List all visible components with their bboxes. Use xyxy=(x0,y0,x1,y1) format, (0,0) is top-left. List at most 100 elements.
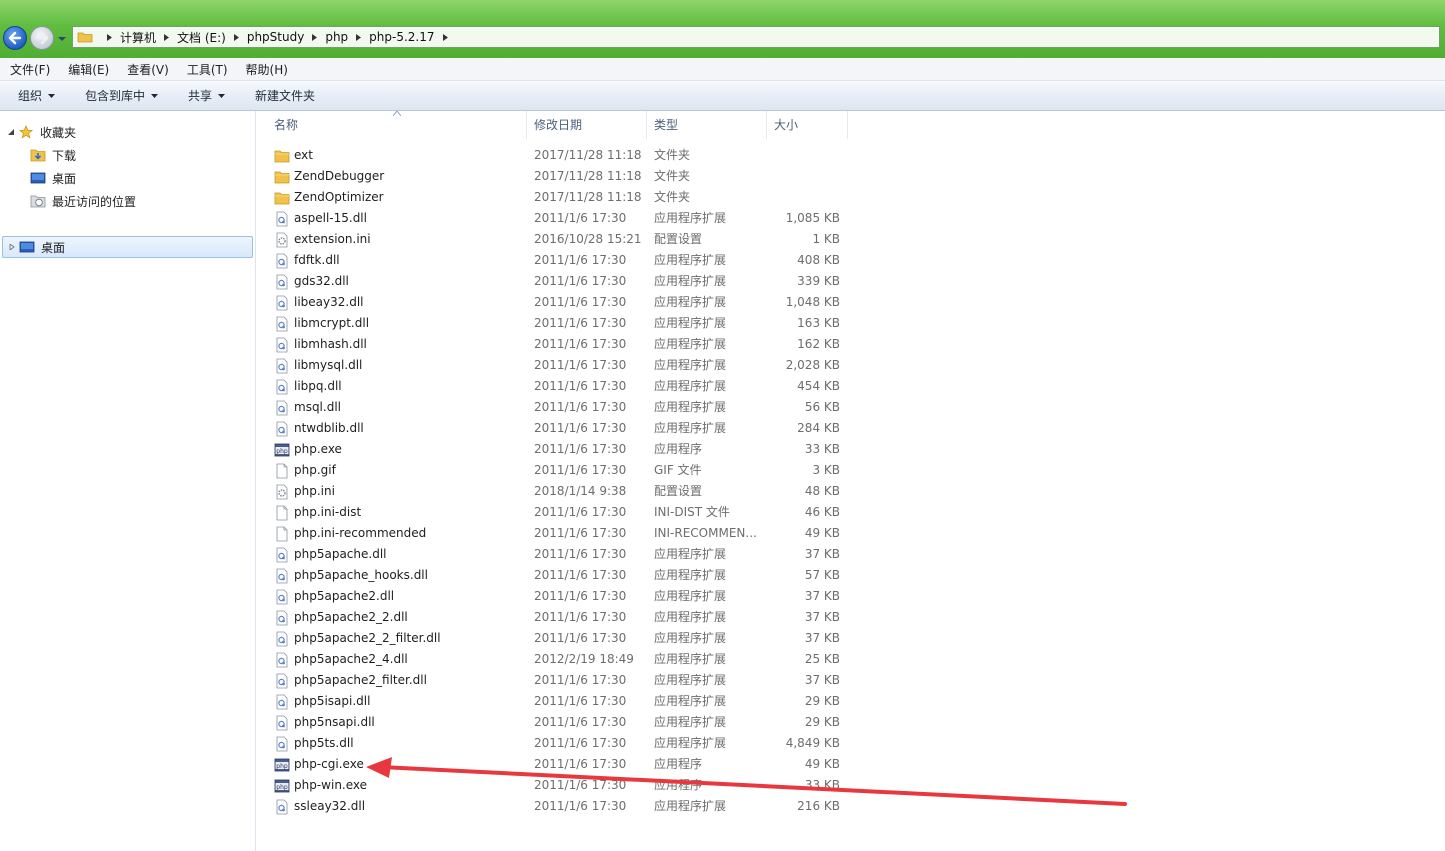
recent-pages-dropdown-icon[interactable] xyxy=(57,34,67,44)
column-header-size[interactable]: 大小 xyxy=(768,111,848,139)
file-name: fdftk.dll xyxy=(294,253,340,267)
folder-icon xyxy=(274,192,290,205)
table-row[interactable]: libeay32.dll 2011/1/6 17:30 应用程序扩展 1,048 KB xyxy=(256,292,856,313)
file-type: 应用程序扩展 xyxy=(654,295,727,309)
table-row[interactable]: php.gif 2011/1/6 17:30 GIF 文件 3 KB xyxy=(256,460,856,481)
dll-icon xyxy=(276,799,288,815)
back-button[interactable] xyxy=(3,26,27,50)
file-icon xyxy=(276,526,288,542)
file-date: 2011/1/6 17:30 xyxy=(534,295,627,309)
table-row[interactable]: extension.ini 2016/10/28 15:21 配置设置 1 KB xyxy=(256,229,856,250)
table-row[interactable]: ZendDebugger 2017/11/28 11:18 文件夹 xyxy=(256,166,856,187)
address-bar[interactable]: 计算机 文档 (E:) phpStudy php php-5.2.17 xyxy=(72,26,1440,48)
forward-button[interactable] xyxy=(30,26,54,50)
file-date: 2011/1/6 17:30 xyxy=(534,253,627,267)
file-date: 2018/1/14 9:38 xyxy=(534,484,627,498)
include-library-button[interactable]: 包含到库中 xyxy=(65,87,168,104)
file-date: 2011/1/6 17:30 xyxy=(534,316,627,330)
table-row[interactable]: php5ts.dll 2011/1/6 17:30 应用程序扩展 4,849 KB xyxy=(256,733,856,754)
table-row[interactable]: php.ini-dist 2011/1/6 17:30 INI-DIST 文件 46 … xyxy=(256,502,856,523)
file-type: 应用程序扩展 xyxy=(654,673,727,687)
menu-help[interactable]: 帮助(H) xyxy=(236,61,296,78)
table-row[interactable]: php.ini-recommended 2011/1/6 17:30 INI-REC… xyxy=(256,523,856,544)
expand-collapse-icon[interactable] xyxy=(8,129,14,135)
table-row[interactable]: php php.exe 2011/1/6 17:30 应用程序 33 KB xyxy=(256,439,856,460)
file-name: php5ts.dll xyxy=(294,736,354,750)
table-row[interactable]: php php-win.exe 2011/1/6 17:30 应用程序 33 KB xyxy=(256,775,856,796)
dll-icon xyxy=(276,694,288,710)
new-folder-button[interactable]: 新建文件夹 xyxy=(235,87,325,104)
file-size: 454 KB xyxy=(797,379,840,393)
file-size: 49 KB xyxy=(804,757,840,771)
table-row[interactable]: php5apache2_2_filter.dll 2011/1/6 17:30 应用… xyxy=(256,628,856,649)
table-row[interactable]: libmysql.dll 2011/1/6 17:30 应用程序扩展 2,028 KB xyxy=(256,355,856,376)
table-row[interactable]: libmhash.dll 2011/1/6 17:30 应用程序扩展 162 KB xyxy=(256,334,856,355)
breadcrumb-separator-icon[interactable] xyxy=(312,33,318,41)
breadcrumb-separator-icon[interactable] xyxy=(356,33,362,41)
file-date: 2011/1/6 17:30 xyxy=(534,547,627,561)
nav-recent-places[interactable]: 最近访问的位置 xyxy=(30,191,136,211)
table-row[interactable]: libmcrypt.dll 2011/1/6 17:30 应用程序扩展 163 KB xyxy=(256,313,856,334)
breadcrumb-separator-icon[interactable] xyxy=(442,33,448,41)
table-row[interactable]: ssleay32.dll 2011/1/6 17:30 应用程序扩展 216 KB xyxy=(256,796,856,817)
table-row[interactable]: php5nsapi.dll 2011/1/6 17:30 应用程序扩展 29 KB xyxy=(256,712,856,733)
menu-view[interactable]: 查看(V) xyxy=(117,61,177,78)
file-name: libeay32.dll xyxy=(294,295,364,309)
file-date: 2011/1/6 17:30 xyxy=(534,673,627,687)
file-size: 37 KB xyxy=(804,589,840,603)
table-row[interactable]: libpq.dll 2011/1/6 17:30 应用程序扩展 454 KB xyxy=(256,376,856,397)
nav-downloads[interactable]: 下载 xyxy=(30,145,76,165)
file-type: INI-DIST 文件 xyxy=(654,505,730,519)
file-name: php.exe xyxy=(294,442,342,456)
command-bar: 组织 包含到库中 共享 新建文件夹 xyxy=(0,81,1445,111)
breadcrumb-phpstudy[interactable]: phpStudy xyxy=(247,30,305,44)
breadcrumb-drive-e[interactable]: 文档 (E:) xyxy=(177,29,226,46)
table-row[interactable]: php5isapi.dll 2011/1/6 17:30 应用程序扩展 29 KB xyxy=(256,691,856,712)
table-row[interactable]: ntwdblib.dll 2011/1/6 17:30 应用程序扩展 284 KB xyxy=(256,418,856,439)
breadcrumb-computer[interactable]: 计算机 xyxy=(120,29,156,46)
file-name: php5isapi.dll xyxy=(294,694,371,708)
breadcrumb-separator-icon[interactable] xyxy=(107,33,112,41)
breadcrumb-separator-icon[interactable] xyxy=(233,33,239,41)
file-type: 应用程序扩展 xyxy=(654,211,727,225)
arrow-right-icon xyxy=(35,31,49,45)
table-row[interactable]: php5apache_hooks.dll 2011/1/6 17:30 应用程序扩展… xyxy=(256,565,856,586)
file-size: 3 KB xyxy=(812,463,840,477)
breadcrumb-separator-icon[interactable] xyxy=(164,33,170,41)
table-row[interactable]: php php-cgi.exe 2011/1/6 17:30 应用程序 49 KB xyxy=(256,754,856,775)
table-row[interactable]: php5apache2_4.dll 2012/2/19 18:49 应用程序扩展 25… xyxy=(256,649,856,670)
table-row[interactable]: php5apache2_2.dll 2011/1/6 17:30 应用程序扩展 37 … xyxy=(256,607,856,628)
file-size: 33 KB xyxy=(804,442,840,456)
breadcrumb-php[interactable]: php xyxy=(325,30,348,44)
table-row[interactable]: ext 2017/11/28 11:18 文件夹 xyxy=(256,145,856,166)
column-header-type[interactable]: 类型 xyxy=(648,111,767,139)
table-row[interactable]: php5apache2_filter.dll 2011/1/6 17:30 应用程序… xyxy=(256,670,856,691)
table-row[interactable]: fdftk.dll 2011/1/6 17:30 应用程序扩展 408 KB xyxy=(256,250,856,271)
nav-favorites[interactable]: 收藏夹 xyxy=(8,122,76,142)
table-row[interactable]: ZendOptimizer 2017/11/28 11:18 文件夹 xyxy=(256,187,856,208)
menu-tools[interactable]: 工具(T) xyxy=(177,61,236,78)
table-row[interactable]: aspell-15.dll 2011/1/6 17:30 应用程序扩展 1,085 K… xyxy=(256,208,856,229)
file-type: 应用程序扩展 xyxy=(654,358,727,372)
file-type: 应用程序 xyxy=(654,757,703,771)
column-header-date[interactable]: 修改日期 xyxy=(528,111,647,139)
navigation-pane: 收藏夹 下载 桌面 最近访问的位置 桌面 xyxy=(0,111,256,851)
dll-icon xyxy=(276,589,288,605)
menu-file[interactable]: 文件(F) xyxy=(0,61,58,78)
file-type: 应用程序扩展 xyxy=(654,631,727,645)
expand-icon[interactable] xyxy=(9,244,15,250)
table-row[interactable]: msql.dll 2011/1/6 17:30 应用程序扩展 56 KB xyxy=(256,397,856,418)
file-type: 应用程序 xyxy=(654,442,703,456)
breadcrumb-php-5217[interactable]: php-5.2.17 xyxy=(369,30,434,44)
organize-button[interactable]: 组织 xyxy=(0,87,65,104)
menu-edit[interactable]: 编辑(E) xyxy=(58,61,117,78)
column-header-name[interactable]: 名称 xyxy=(268,111,527,139)
table-row[interactable]: php5apache.dll 2011/1/6 17:30 应用程序扩展 37 KB xyxy=(256,544,856,565)
file-type: 文件夹 xyxy=(654,190,691,204)
table-row[interactable]: php5apache2.dll 2011/1/6 17:30 应用程序扩展 37 KB xyxy=(256,586,856,607)
table-row[interactable]: php.ini 2018/1/14 9:38 配置设置 48 KB xyxy=(256,481,856,502)
nav-desktop[interactable]: 桌面 xyxy=(30,168,76,188)
nav-desktop-root[interactable]: 桌面 xyxy=(9,237,65,257)
table-row[interactable]: gds32.dll 2011/1/6 17:30 应用程序扩展 339 KB xyxy=(256,271,856,292)
share-button[interactable]: 共享 xyxy=(168,87,235,104)
